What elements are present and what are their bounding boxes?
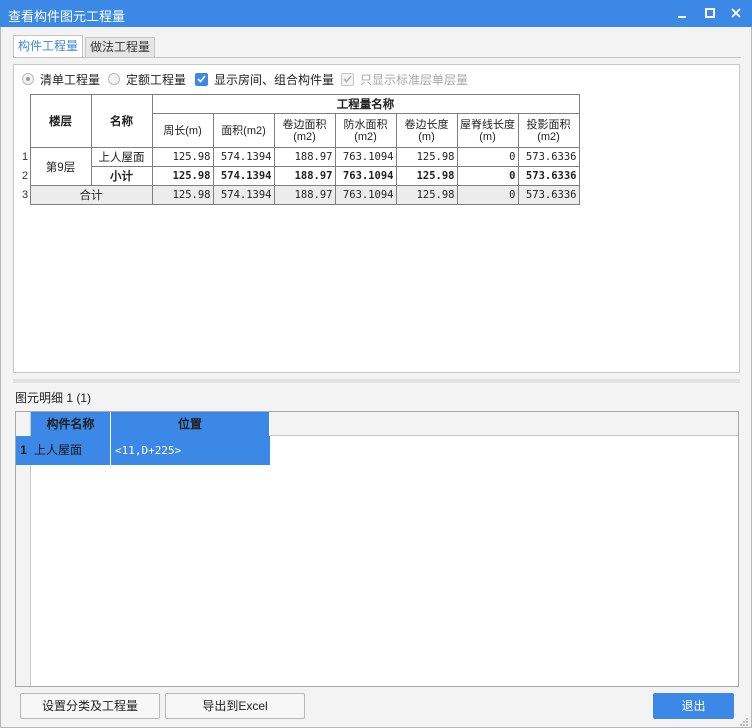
cell-value[interactable]: 573.6336 [517, 147, 580, 167]
checkbox-standard-floor[interactable]: 只显示标准层单层量 [341, 70, 468, 88]
cell-value[interactable]: 763.1094 [334, 147, 397, 167]
cell-value[interactable]: 125.98 [395, 166, 458, 186]
cell-floor[interactable]: 第9层 [29, 147, 92, 186]
quantity-panel: 清单工程量 定额工程量 显示房间、组合构件量 只显示标准层单层量 楼层 名称 工… [13, 64, 740, 373]
maximize-button[interactable] [700, 4, 720, 22]
cell-value[interactable]: 125.98 [395, 147, 458, 167]
minimize-button[interactable] [672, 4, 692, 22]
cell-value[interactable]: 763.1094 [334, 185, 397, 205]
column-header-position[interactable]: 位置 [111, 412, 270, 436]
radio-icon [22, 73, 34, 85]
cell-value[interactable]: 188.97 [273, 185, 336, 205]
radio-quota-label: 定额工程量 [126, 72, 187, 87]
checkbox-standard-floor-label: 只显示标准层单层量 [360, 72, 469, 87]
tab-method-quantity[interactable]: 做法工程量 [85, 37, 155, 57]
minimize-icon [678, 16, 686, 18]
quantity-table: 楼层 名称 工程量名称 周长(m) 面积(m2) 卷边面积(m2) 防水面积(m… [22, 94, 580, 205]
tab-component-quantity[interactable]: 构件工程量 [13, 35, 83, 58]
dialog-body: 构件工程量 做法工程量 清单工程量 定额工程量 显示房间、组合构件量 只显示标准… [0, 27, 752, 728]
column-header-ridge-length[interactable]: 屋脊线长度(m) [456, 113, 519, 148]
cell-name[interactable]: 小计 [90, 166, 153, 186]
close-button[interactable] [726, 4, 746, 22]
tab-divider [13, 57, 741, 58]
detail-title: 图元明细 1 (1) [15, 391, 92, 405]
column-header-curl-length[interactable]: 卷边长度(m) [395, 113, 458, 148]
cell-value[interactable]: 574.1394 [212, 166, 275, 186]
cell-value[interactable]: 573.6336 [517, 166, 580, 186]
cell-value[interactable]: 188.97 [273, 166, 336, 186]
cell-value[interactable]: 763.1094 [334, 166, 397, 186]
row-number: 1 [22, 151, 29, 163]
cell-value[interactable]: 125.98 [151, 166, 214, 186]
row-number-header [22, 95, 30, 148]
checkbox-disabled-icon [341, 72, 354, 86]
exit-button[interactable]: 退出 [653, 693, 734, 719]
table-row-subtotal[interactable]: 2 小计 125.98 574.1394 188.97 763.1094 125… [22, 166, 580, 186]
resize-grip-icon[interactable] [739, 717, 749, 727]
cell-value[interactable]: 125.98 [395, 185, 458, 205]
export-excel-button[interactable]: 导出到Excel [165, 693, 305, 719]
column-header-waterproof-area[interactable]: 防水面积(m2) [334, 113, 397, 148]
column-header-curl-area[interactable]: 卷边面积(m2) [273, 113, 336, 148]
cell-value[interactable]: 573.6336 [517, 185, 580, 205]
column-group-header: 工程量名称 [151, 94, 580, 114]
column-header-perimeter[interactable]: 周长(m) [151, 113, 214, 148]
detail-row-number[interactable]: 1 [16, 436, 31, 465]
checkbox-show-rooms-label: 显示房间、组合构件量 [214, 72, 335, 87]
settings-button[interactable]: 设置分类及工程量 [20, 693, 160, 719]
checkbox-show-rooms[interactable]: 显示房间、组合构件量 [195, 70, 334, 88]
column-header-projected-area[interactable]: 投影面积(m2) [517, 113, 580, 148]
cell-value[interactable]: 0 [456, 147, 519, 167]
cell-value[interactable]: 574.1394 [212, 185, 275, 205]
window-title: 查看构件图元工程量 [8, 9, 126, 24]
row-number: 3 [22, 189, 29, 201]
column-header-area[interactable]: 面积(m2) [212, 113, 275, 148]
radio-bill-quantity[interactable]: 清单工程量 [22, 70, 100, 88]
radio-quota-quantity[interactable]: 定额工程量 [108, 70, 186, 88]
radio-bill-label: 清单工程量 [40, 72, 101, 87]
cell-value[interactable]: 0 [456, 185, 519, 205]
cell-value[interactable]: 125.98 [151, 147, 214, 167]
detail-grid: 构件名称 位置 1 上人屋面 <11,D+225> [15, 411, 739, 687]
maximize-icon [705, 8, 715, 18]
panel-splitter[interactable] [13, 379, 740, 383]
detail-cell-position[interactable]: <11,D+225> [111, 436, 270, 465]
cell-total-label[interactable]: 合计 [29, 185, 153, 205]
detail-cell-name[interactable]: 上人屋面 [31, 436, 111, 465]
table-row-total[interactable]: 3 合计 125.98 574.1394 188.97 763.1094 125… [22, 185, 580, 205]
column-header-name[interactable]: 名称 [90, 94, 153, 148]
checkbox-checked-icon [195, 72, 208, 86]
column-header-floor[interactable]: 楼层 [29, 94, 92, 148]
cell-value[interactable]: 125.98 [151, 185, 214, 205]
column-header-component-name[interactable]: 构件名称 [31, 412, 111, 436]
table-row[interactable]: 1 第9层 上人屋面 125.98 574.1394 188.97 763.10… [22, 147, 580, 186]
row-number: 2 [22, 170, 29, 182]
cell-value[interactable]: 188.97 [273, 147, 336, 167]
cell-value[interactable]: 574.1394 [212, 147, 275, 167]
close-icon [731, 8, 741, 18]
cell-name[interactable]: 上人屋面 [90, 147, 153, 167]
cell-value[interactable]: 0 [456, 166, 519, 186]
title-bar: 查看构件图元工程量 [0, 0, 752, 27]
radio-icon [108, 73, 120, 85]
